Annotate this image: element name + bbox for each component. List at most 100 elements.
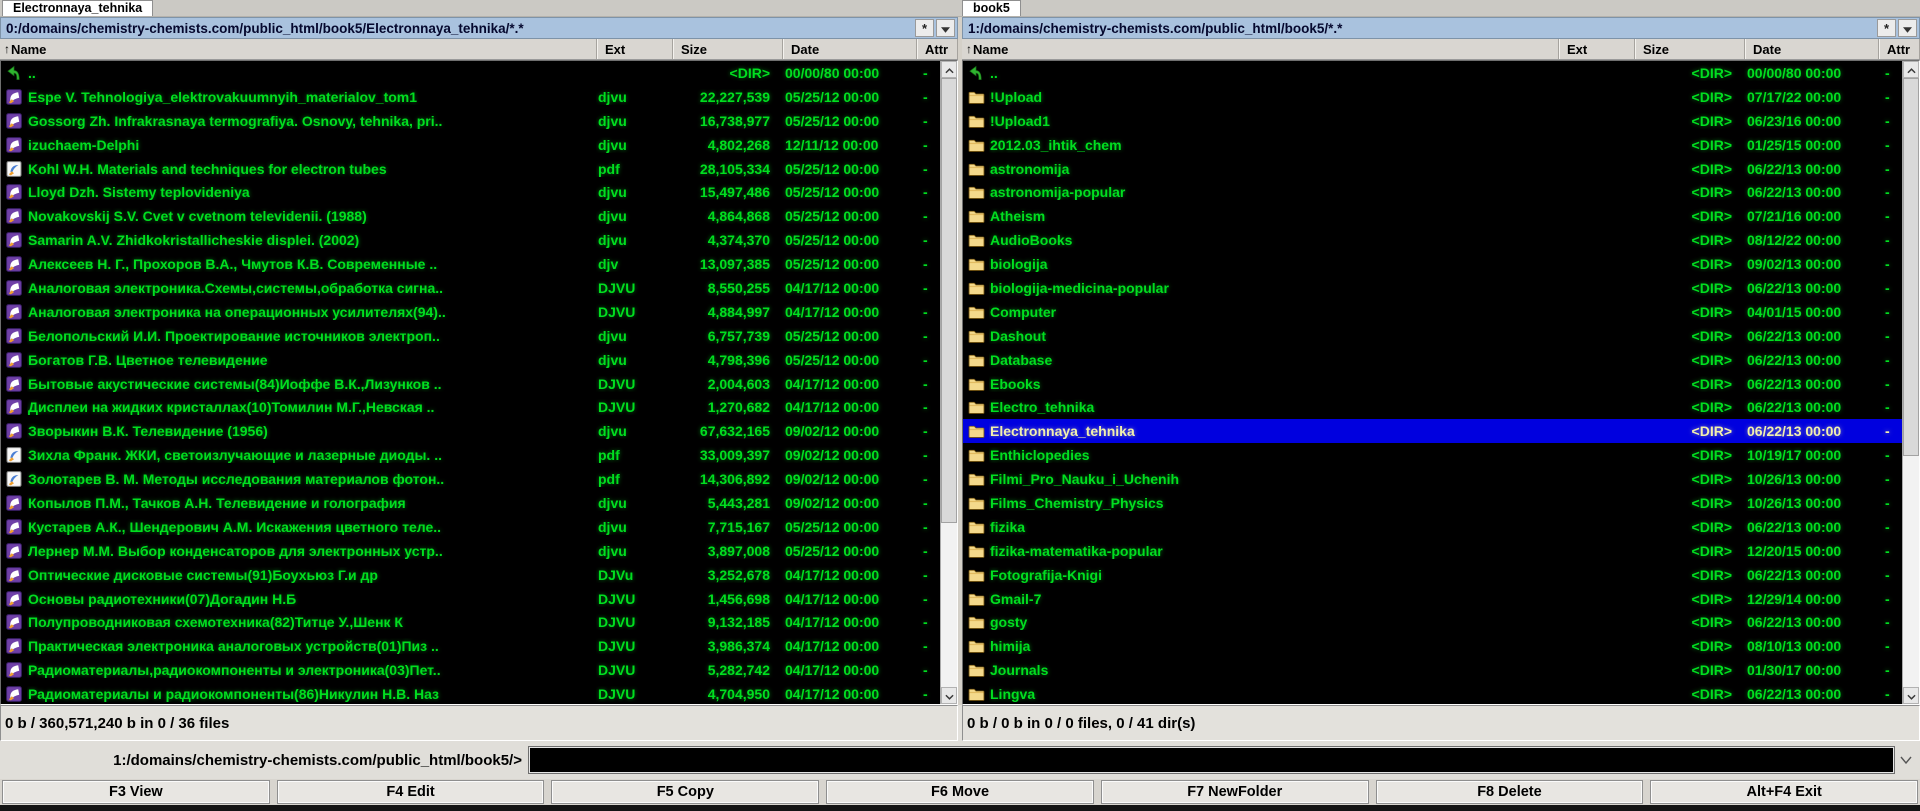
file-row-selected[interactable]: Electronnaya_tehnika<DIR>06/22/13 00:00- <box>963 419 1902 443</box>
file-row[interactable]: Films_Chemistry_Physics<DIR>10/26/13 00:… <box>963 491 1902 515</box>
file-row[interactable]: Electro_tehnika<DIR>06/22/13 00:00- <box>963 395 1902 419</box>
f3-view-button[interactable]: F3 View <box>2 780 270 804</box>
scrollbar-thumb[interactable] <box>1903 78 1919 456</box>
file-row[interactable]: Полупроводниковая схемотехника(82)Титце … <box>1 610 940 634</box>
right-vertical-scrollbar[interactable] <box>1902 61 1919 704</box>
alt-f4-exit-button[interactable]: Alt+F4 Exit <box>1650 780 1918 804</box>
file-size: 4,374,370 <box>672 232 782 248</box>
file-row[interactable]: Lingva<DIR>06/22/13 00:00- <box>963 682 1902 704</box>
file-row[interactable]: Зворыкин В.К. Телевидение (1956)djvu67,6… <box>1 419 940 443</box>
scrollbar-track[interactable] <box>941 78 957 687</box>
file-row[interactable]: Espe V. Tehnologiya_elektrovakuumnyih_ma… <box>1 85 940 109</box>
file-row[interactable]: gosty<DIR>06/22/13 00:00- <box>963 610 1902 634</box>
file-row[interactable]: Novakovskij S.V. Cvet v cvetnom televide… <box>1 204 940 228</box>
file-row[interactable]: fizika<DIR>06/22/13 00:00- <box>963 515 1902 539</box>
right-header-attr[interactable]: Attr <box>1879 39 1920 59</box>
file-row[interactable]: Computer<DIR>04/01/15 00:00- <box>963 300 1902 324</box>
left-header-size[interactable]: Size <box>673 39 783 59</box>
file-name: Films_Chemistry_Physics <box>989 495 1558 511</box>
file-row[interactable]: Journals<DIR>01/30/17 00:00- <box>963 658 1902 682</box>
file-row[interactable]: Gossorg Zh. Infrakrasnaya termografiya. … <box>1 109 940 133</box>
file-row[interactable]: Kohl W.H. Materials and techniques for e… <box>1 157 940 181</box>
scrollbar-track[interactable] <box>1903 78 1919 687</box>
file-row[interactable]: Аналоговая электроника.Схемы,системы,обр… <box>1 276 940 300</box>
file-row[interactable]: fizika-matematika-popular<DIR>12/20/15 0… <box>963 539 1902 563</box>
scroll-up-button[interactable] <box>941 61 957 78</box>
right-header-size[interactable]: Size <box>1635 39 1745 59</box>
file-row[interactable]: Filmi_Pro_Nauku_i_Uchenih<DIR>10/26/13 0… <box>963 467 1902 491</box>
file-row[interactable]: Алексеев Н. Г., Прохоров В.А., Чмутов К.… <box>1 252 940 276</box>
file-row[interactable]: Dashout<DIR>06/22/13 00:00- <box>963 324 1902 348</box>
file-row[interactable]: Копылов П.М., Тачков А.Н. Телевидение и … <box>1 491 940 515</box>
file-row[interactable]: Аналоговая электроника на операционных у… <box>1 300 940 324</box>
file-row[interactable]: Практическая электроника аналоговых устр… <box>1 634 940 658</box>
scroll-down-button[interactable] <box>941 687 957 704</box>
file-row[interactable]: astronomija-popular<DIR>06/22/13 00:00- <box>963 180 1902 204</box>
file-row[interactable]: !Upload1<DIR>06/23/16 00:00- <box>963 109 1902 133</box>
file-name: Computer <box>989 304 1558 320</box>
file-row[interactable]: Database<DIR>06/22/13 00:00- <box>963 348 1902 372</box>
file-attr: - <box>1878 376 1902 392</box>
right-path-dropdown-button[interactable] <box>1898 19 1917 37</box>
f6-move-button[interactable]: F6 Move <box>826 780 1094 804</box>
file-row[interactable]: Основы радиотехники(07)Догадин Н.БDJVU1,… <box>1 587 940 611</box>
scroll-down-button[interactable] <box>1903 687 1919 704</box>
file-row[interactable]: Samarin A.V. Zhidkokristallicheskie disp… <box>1 228 940 252</box>
file-row[interactable]: himija<DIR>08/10/13 00:00- <box>963 634 1902 658</box>
right-header-date[interactable]: Date <box>1745 39 1879 59</box>
file-row[interactable]: Бытовые акустические системы(84)Иоффе В.… <box>1 372 940 396</box>
right-header-ext[interactable]: Ext <box>1559 39 1635 59</box>
file-row[interactable]: Белопольский И.И. Проектирование источни… <box>1 324 940 348</box>
folder-icon <box>963 467 989 491</box>
file-row[interactable]: Радиоматериалы,радиокомпоненты и электро… <box>1 658 940 682</box>
right-header-name[interactable]: ↑ Name <box>962 39 1559 59</box>
file-row[interactable]: Atheism<DIR>07/21/16 00:00- <box>963 204 1902 228</box>
file-row[interactable]: Кустарев А.К., Шендерович А.М. Искажения… <box>1 515 940 539</box>
file-row[interactable]: AudioBooks<DIR>08/12/22 00:00- <box>963 228 1902 252</box>
file-row[interactable]: Богатов Г.В. Цветное телевидениеdjvu4,79… <box>1 348 940 372</box>
file-row[interactable]: Радиоматериалы и радиокомпоненты(86)Нику… <box>1 682 940 704</box>
file-row[interactable]: izuchaem-Delphidjvu4,802,26812/11/12 00:… <box>1 133 940 157</box>
scrollbar-thumb[interactable] <box>941 78 957 523</box>
file-row[interactable]: biologija-medicina-popular<DIR>06/22/13 … <box>963 276 1902 300</box>
file-row[interactable]: Lloyd Dzh. Sistemy teplovideniyadjvu15,4… <box>1 180 940 204</box>
left-path-dropdown-button[interactable] <box>936 19 955 37</box>
file-attr: - <box>916 208 940 224</box>
f8-delete-button[interactable]: F8 Delete <box>1376 780 1644 804</box>
file-row[interactable]: Enthiclopedies<DIR>10/19/17 00:00- <box>963 443 1902 467</box>
file-row[interactable]: 2012.03_ihtik_chem<DIR>01/25/15 00:00- <box>963 133 1902 157</box>
file-row[interactable]: ..<DIR>00/00/80 00:00- <box>963 61 1902 85</box>
f4-edit-button[interactable]: F4 Edit <box>277 780 545 804</box>
left-path-bar[interactable]: 0:/domains/chemistry-chemists.com/public… <box>0 17 958 39</box>
file-row[interactable]: ..<DIR>00/00/80 00:00- <box>1 61 940 85</box>
file-row[interactable]: astronomija<DIR>06/22/13 00:00- <box>963 157 1902 181</box>
left-header-ext[interactable]: Ext <box>597 39 673 59</box>
file-row[interactable]: Дисплеи на жидких кристаллах(10)Томилин … <box>1 395 940 419</box>
file-row[interactable]: Fotografija-Knigi<DIR>06/22/13 00:00- <box>963 563 1902 587</box>
scroll-up-button[interactable] <box>1903 61 1919 78</box>
command-history-dropdown-button[interactable] <box>1894 747 1918 773</box>
triangle-down-icon <box>1903 21 1912 36</box>
right-path-bar[interactable]: 1:/domains/chemistry-chemists.com/public… <box>962 17 1920 39</box>
file-row[interactable]: Оптические дисковые системы(91)Боухьюз Г… <box>1 563 940 587</box>
left-header-name[interactable]: ↑ Name <box>0 39 597 59</box>
file-name: Gossorg Zh. Infrakrasnaya termografiya. … <box>27 113 596 129</box>
file-row[interactable]: Золотарев В. М. Методы исследования мате… <box>1 467 940 491</box>
file-row[interactable]: !Upload<DIR>07/17/22 00:00- <box>963 85 1902 109</box>
left-filter-star-button[interactable]: * <box>915 19 934 37</box>
file-row[interactable]: biologija<DIR>09/02/13 00:00- <box>963 252 1902 276</box>
file-row[interactable]: Зихла Франк. ЖКИ, светоизлучающие и лазе… <box>1 443 940 467</box>
command-input[interactable] <box>529 747 1894 773</box>
right-filter-star-button[interactable]: * <box>1877 19 1896 37</box>
tab-electronnaya-tehnika[interactable]: Electronnaya_tehnika <box>2 0 153 16</box>
left-header-attr[interactable]: Attr <box>917 39 958 59</box>
file-row[interactable]: Лернер М.М. Выбор конденсаторов для элек… <box>1 539 940 563</box>
left-vertical-scrollbar[interactable] <box>940 61 957 704</box>
file-row[interactable]: Gmail-7<DIR>12/29/14 00:00- <box>963 587 1902 611</box>
f5-copy-button[interactable]: F5 Copy <box>551 780 819 804</box>
left-header-date[interactable]: Date <box>783 39 917 59</box>
file-row[interactable]: Ebooks<DIR>06/22/13 00:00- <box>963 372 1902 396</box>
tab-book5[interactable]: book5 <box>962 0 1021 16</box>
file-size: 14,306,892 <box>672 471 782 487</box>
f7-newfolder-button[interactable]: F7 NewFolder <box>1101 780 1369 804</box>
